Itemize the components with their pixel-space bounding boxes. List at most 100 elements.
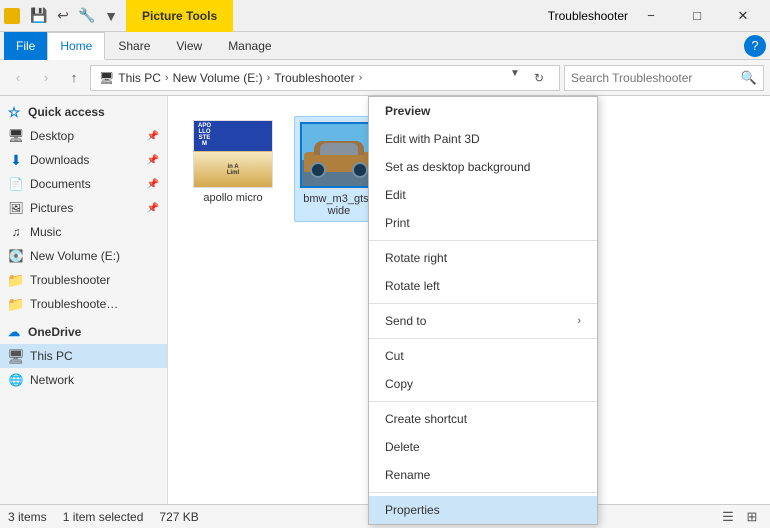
dropdown-button[interactable]: ▼ [100, 5, 122, 27]
minimize-button[interactable]: − [628, 0, 674, 32]
address-bar: ‹ › ↑ 🖥 This PC › New Volume (E:) › Trou… [0, 60, 770, 96]
search-icon[interactable]: 🔍 [741, 70, 757, 86]
desktop-icon: 🖥 [8, 128, 24, 144]
sidebar: ☆ Quick access 🖥 Desktop 📌 ⬇ Downloads 📌… [0, 96, 168, 504]
up-button[interactable]: ↑ [62, 66, 86, 90]
file-size: 727 KB [159, 510, 198, 524]
sidebar-header-onedrive[interactable]: ☁ OneDrive [0, 320, 167, 344]
path-this-pc[interactable]: This PC [118, 71, 161, 85]
ctx-rotate-left[interactable]: Rotate left [369, 272, 597, 300]
ctx-sep-1 [369, 240, 597, 241]
help-button[interactable]: ? [744, 35, 766, 57]
selection-overlay [300, 122, 378, 188]
grid-view-button[interactable]: ⊞ [742, 507, 762, 527]
ctx-rename[interactable]: Rename [369, 461, 597, 489]
documents-icon: 📄 [8, 176, 24, 192]
tab-view[interactable]: View [163, 32, 215, 60]
pictures-pin: 📌 [147, 203, 159, 214]
sidebar-label-network: Network [30, 373, 74, 387]
ctx-rotate-right[interactable]: Rotate right [369, 244, 597, 272]
quick-access-icon: ☆ [6, 104, 22, 120]
title-bar: 💾 ↩ 🔧 ▼ Picture Tools Troubleshooter − □… [0, 0, 770, 32]
apollo-thumbnail: APOLLOSTEM in ALiml [193, 120, 273, 188]
onedrive-icon: ☁ [6, 324, 22, 340]
file-grid: APOLLOSTEM in ALiml apollo micro [180, 108, 392, 230]
pictures-icon: 🖼 [8, 200, 24, 216]
search-box[interactable]: 🔍 [564, 65, 764, 91]
ctx-properties[interactable]: Properties [369, 496, 597, 524]
item-count: 3 items [8, 510, 47, 524]
view-buttons: ☰ ⊞ [718, 507, 762, 527]
bmw-thumbnail [299, 121, 379, 189]
sidebar-item-new-volume[interactable]: 💽 New Volume (E:) [0, 244, 167, 268]
ribbon: File Home Share View Manage ? [0, 32, 770, 60]
window-folder-icon [4, 8, 20, 24]
thispc-icon: 🖥 [8, 348, 24, 364]
ctx-edit-paint3d[interactable]: Edit with Paint 3D [369, 125, 597, 153]
drive-icon: 💽 [8, 248, 24, 264]
ctx-preview[interactable]: Preview [369, 97, 597, 125]
list-view-button[interactable]: ☰ [718, 507, 738, 527]
sidebar-label-desktop: Desktop [30, 129, 74, 143]
picture-tools-tab[interactable]: Picture Tools [126, 0, 233, 32]
bmw-filename: bmw_m3_gts_wide [303, 193, 375, 217]
sidebar-label-documents: Documents [30, 177, 91, 191]
ctx-print[interactable]: Print [369, 209, 597, 237]
ctx-create-shortcut[interactable]: Create shortcut [369, 405, 597, 433]
ctx-delete[interactable]: Delete [369, 433, 597, 461]
close-button[interactable]: ✕ [720, 0, 766, 32]
address-path[interactable]: 🖥 This PC › New Volume (E:) › Troublesho… [90, 65, 560, 91]
properties-quick-button[interactable]: 🔧 [76, 5, 98, 27]
save-button[interactable]: 💾 [28, 5, 50, 27]
forward-button[interactable]: › [34, 66, 58, 90]
picture-tools-label: Picture Tools [142, 9, 217, 23]
sidebar-label-downloads: Downloads [30, 153, 89, 167]
file-item-apollo[interactable]: APOLLOSTEM in ALiml apollo micro [188, 116, 278, 222]
ctx-send-to[interactable]: Send to › [369, 307, 597, 335]
window-controls: − □ ✕ [628, 0, 766, 32]
downloads-pin: 📌 [147, 155, 159, 166]
app-title-section: Troubleshooter [548, 9, 628, 23]
sidebar-item-this-pc[interactable]: 🖥 This PC [0, 344, 167, 368]
content-area: APOLLOSTEM in ALiml apollo micro [168, 96, 770, 504]
music-icon: ♫ [8, 224, 24, 240]
title-bar-left: 💾 ↩ 🔧 ▼ Picture Tools [4, 0, 548, 32]
sidebar-label-this-pc: This PC [30, 349, 73, 363]
sidebar-item-music[interactable]: ♫ Music [0, 220, 167, 244]
ctx-set-desktop-bg[interactable]: Set as desktop background [369, 153, 597, 181]
path-dropdown-button[interactable]: ▼ [507, 66, 523, 82]
sidebar-header-quick-access: ☆ Quick access [0, 100, 167, 124]
sidebar-item-desktop[interactable]: 🖥 Desktop 📌 [0, 124, 167, 148]
undo-button[interactable]: ↩ [52, 5, 74, 27]
tab-manage[interactable]: Manage [215, 32, 284, 60]
quick-access-icons: 💾 ↩ 🔧 ▼ [28, 5, 122, 27]
desktop-pin: 📌 [147, 131, 159, 142]
ctx-cut[interactable]: Cut [369, 342, 597, 370]
path-new-volume[interactable]: New Volume (E:) [173, 71, 263, 85]
tab-home[interactable]: Home [47, 32, 105, 60]
back-button[interactable]: ‹ [6, 66, 30, 90]
sidebar-item-troubleshooter[interactable]: 📁 Troubleshooter [0, 268, 167, 292]
sidebar-item-documents[interactable]: 📄 Documents 📌 [0, 172, 167, 196]
ctx-edit[interactable]: Edit [369, 181, 597, 209]
path-troubleshooter[interactable]: Troubleshooter [274, 71, 354, 85]
ctx-copy[interactable]: Copy [369, 370, 597, 398]
tab-file[interactable]: File [4, 32, 47, 60]
tab-share[interactable]: Share [105, 32, 163, 60]
apollo-filename: apollo micro [203, 192, 262, 204]
troubleshooter-wor-icon: 📁 [8, 296, 24, 312]
refresh-button[interactable]: ↻ [527, 66, 551, 90]
sidebar-label-troubleshooter: Troubleshooter [30, 273, 110, 287]
search-input[interactable] [571, 71, 737, 85]
maximize-button[interactable]: □ [674, 0, 720, 32]
sidebar-label-onedrive: OneDrive [28, 325, 81, 339]
sidebar-item-downloads[interactable]: ⬇ Downloads 📌 [0, 148, 167, 172]
selected-info: 1 item selected [63, 510, 144, 524]
documents-pin: 📌 [147, 179, 159, 190]
ctx-sep-3 [369, 338, 597, 339]
sidebar-item-network[interactable]: 🌐 Network [0, 368, 167, 392]
ctx-sep-4 [369, 401, 597, 402]
sidebar-item-troubleshooter-wor[interactable]: 📁 Troubleshooter Wor [0, 292, 167, 316]
ctx-sep-5 [369, 492, 597, 493]
sidebar-item-pictures[interactable]: 🖼 Pictures 📌 [0, 196, 167, 220]
